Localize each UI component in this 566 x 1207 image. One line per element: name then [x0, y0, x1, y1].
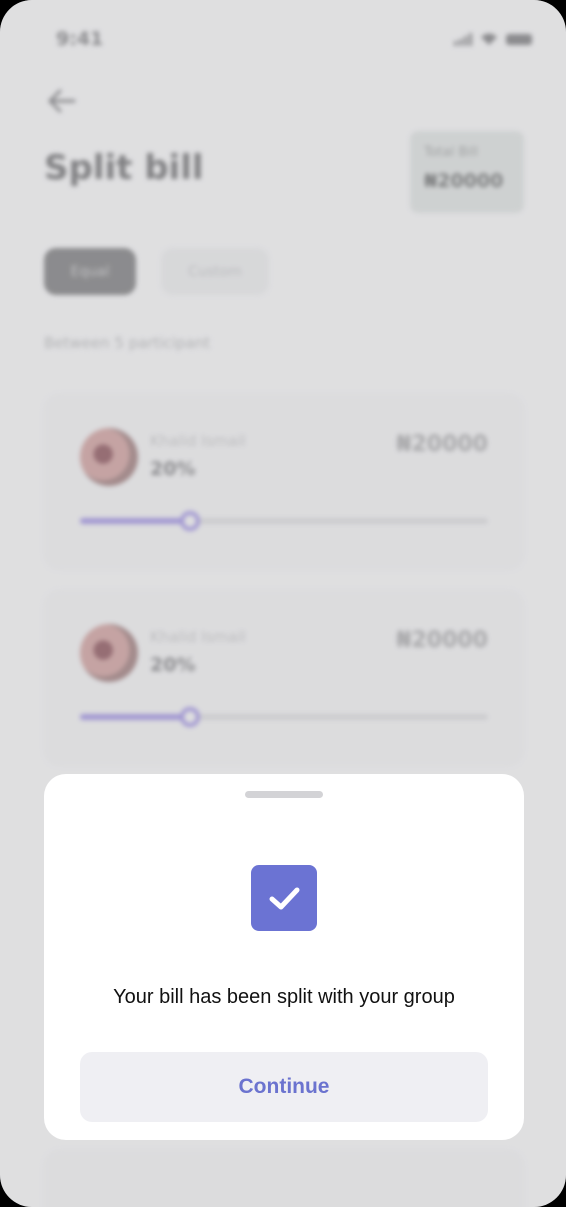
success-bottom-sheet: Your bill has been split with your group…: [44, 774, 524, 1140]
success-message: Your bill has been split with your group: [113, 986, 455, 1008]
continue-button[interactable]: Continue: [80, 1052, 488, 1122]
sheet-drag-handle[interactable]: [245, 791, 323, 798]
phone-screen: 9:41 Split bill Total Bill ₦20000 Equal …: [0, 0, 566, 1207]
checkmark-icon: [251, 865, 317, 931]
